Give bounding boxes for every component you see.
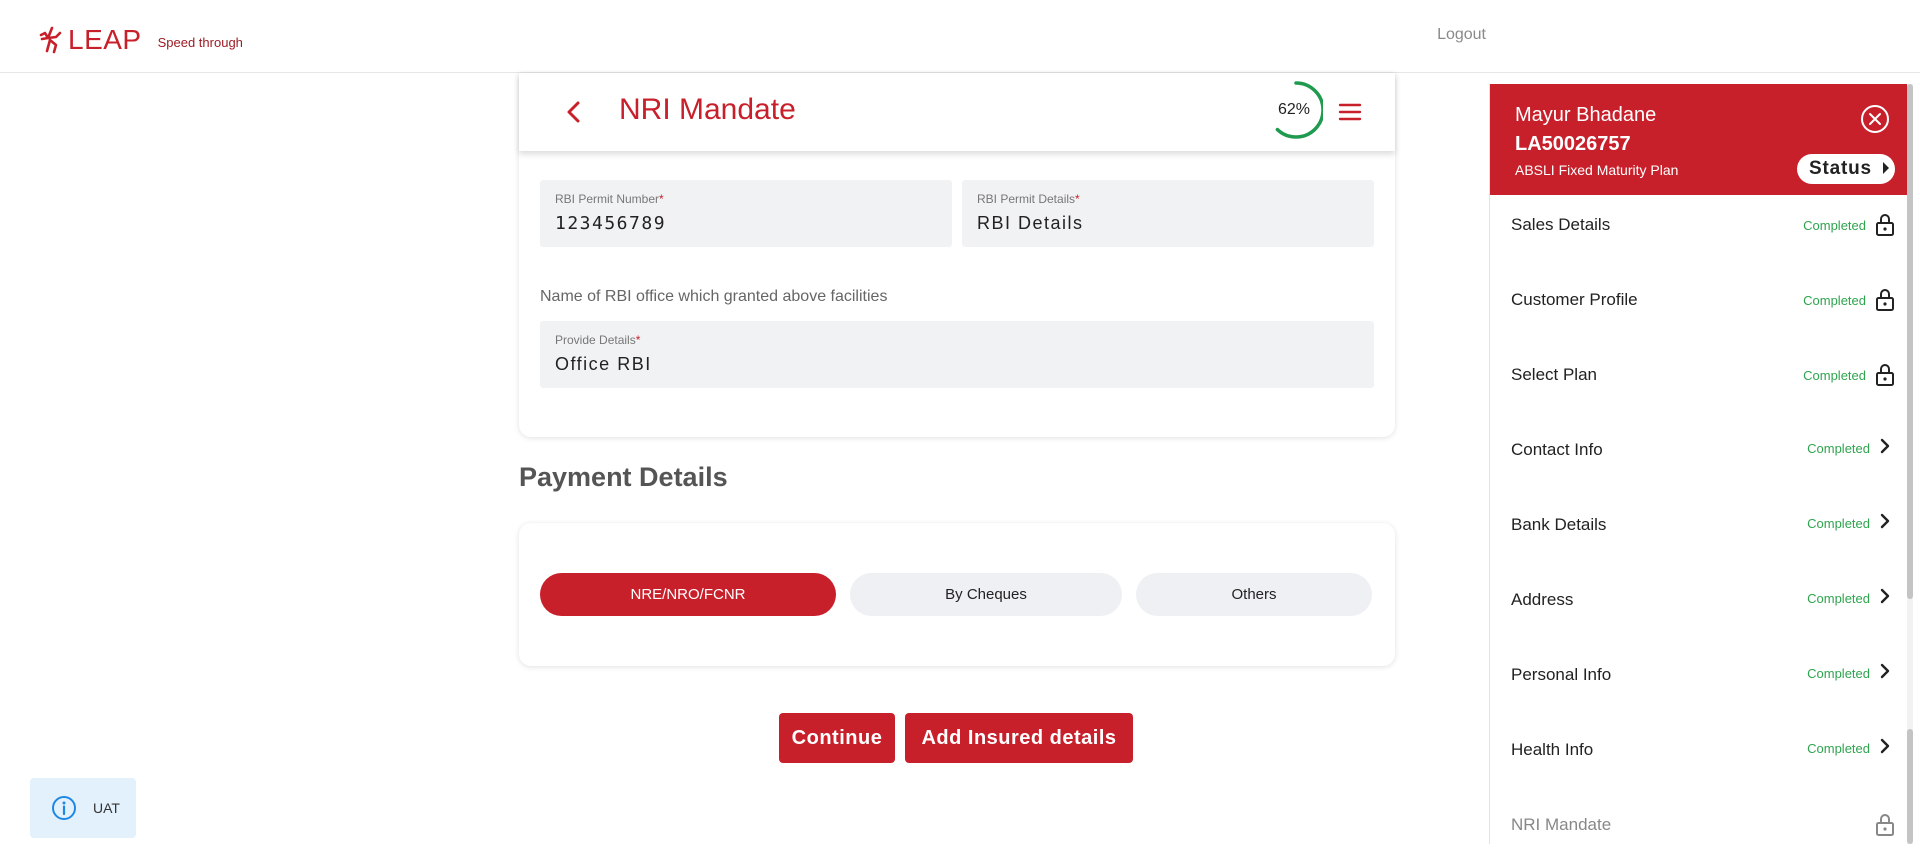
env-badge: UAT [30,778,136,838]
lock-icon [1876,364,1894,386]
form-header: NRI Mandate 62% [519,73,1395,151]
panel-item-label: Address [1511,590,1574,609]
lock-icon [1876,214,1894,236]
top-header: LEAP Speed through Logout [0,0,1920,73]
scrollbar-thumb-lower[interactable] [1907,729,1913,844]
plan-name: ABSLI Fixed Maturity Plan [1515,162,1679,178]
runner-logo-icon [39,26,62,54]
application-id: LA50026757 [1515,133,1631,155]
progress-ring: 62% [1265,79,1325,141]
panel-item-status: Completed [1807,516,1870,531]
rbi-permit-number-value[interactable]: 123456789 [555,213,666,234]
chevron-right-icon [1880,513,1890,529]
rbi-permit-number-label: RBI Permit Number* [555,192,664,206]
rbi-permit-details-label: RBI Permit Details* [977,192,1080,206]
payment-option-others[interactable]: Others [1136,573,1372,616]
panel-item-bank-details[interactable]: Bank Details Completed [1511,501,1896,551]
panel-item-customer-profile[interactable]: Customer Profile Completed [1511,276,1896,326]
caret-right-icon [1883,162,1889,174]
panel-item-status: Completed [1807,441,1870,456]
panel-scrollbar[interactable] [1907,84,1913,844]
payment-options-card: NRE/NRO/FCNR By Cheques Others [519,523,1395,666]
panel-item-label: Health Info [1511,740,1594,759]
panel-item-status: Completed [1803,368,1866,383]
panel-item-status: Completed [1803,293,1866,308]
panel-item-status: Completed [1807,741,1870,756]
chevron-right-icon [1880,663,1890,679]
env-badge-label: UAT [93,800,120,816]
panel-item-nri-mandate[interactable]: NRI Mandate [1511,801,1896,844]
panel-item-label: Bank Details [1511,515,1607,534]
back-arrow-icon[interactable] [559,97,589,127]
rbi-permit-number-field[interactable]: RBI Permit Number* 123456789 [540,180,952,247]
chevron-right-icon [1880,438,1890,454]
status-label: Status [1809,158,1872,179]
add-insured-details-button[interactable]: Add Insured details [905,713,1133,763]
continue-button[interactable]: Continue [779,713,895,763]
chevron-right-icon [1880,588,1890,604]
payment-details-heading: Payment Details [519,462,728,492]
leap-logo[interactable]: LEAP Speed through [38,24,243,56]
provide-details-value[interactable]: Office RBI [555,354,652,375]
payment-option-cheques[interactable]: By Cheques [850,573,1122,616]
rbi-permit-details-value[interactable]: RBI Details [977,213,1084,234]
provide-details-field[interactable]: Provide Details* Office RBI [540,321,1374,388]
hamburger-menu-icon[interactable] [1337,100,1363,124]
rbi-office-question: Name of RBI office which granted above f… [540,288,888,305]
panel-item-label: Customer Profile [1511,290,1638,309]
panel-item-label: Select Plan [1511,365,1597,384]
panel-item-address[interactable]: Address Completed [1511,576,1896,626]
logo-text: LEAP [68,24,142,55]
tagline: Speed through [157,34,243,50]
panel-header: Mayur Bhadane LA50026757 ABSLI Fixed Mat… [1490,84,1913,195]
customer-name: Mayur Bhadane [1515,104,1657,126]
scrollbar-thumb[interactable] [1907,84,1913,599]
panel-item-label: Sales Details [1511,215,1611,234]
panel-item-health-info[interactable]: Health Info Completed [1511,726,1896,776]
panel-item-label: Personal Info [1511,665,1612,684]
lock-icon [1876,289,1894,311]
panel-item-status: Completed [1803,218,1866,233]
page-title: NRI Mandate [619,93,796,126]
panel-item-select-plan[interactable]: Select Plan Completed [1511,351,1896,401]
chevron-right-icon [1880,738,1890,754]
panel-item-personal-info[interactable]: Personal Info Completed [1511,651,1896,701]
lock-icon [1876,814,1894,836]
progress-percent: 62% [1277,101,1311,118]
application-status-panel: Mayur Bhadane LA50026757 ABSLI Fixed Mat… [1489,84,1913,844]
payment-option-nre[interactable]: NRE/NRO/FCNR [540,573,836,616]
panel-item-status: Completed [1807,591,1870,606]
logout-link[interactable]: Logout [1437,26,1486,44]
provide-details-label: Provide Details* [555,333,641,347]
info-icon [52,796,76,820]
status-button[interactable]: Status [1797,154,1895,184]
panel-item-sales-details[interactable]: Sales Details Completed [1511,201,1896,251]
panel-item-label: Contact Info [1511,440,1603,459]
panel-item-status: Completed [1807,666,1870,681]
panel-item-contact-info[interactable]: Contact Info Completed [1511,426,1896,476]
close-icon[interactable] [1860,104,1890,134]
rbi-permit-details-field[interactable]: RBI Permit Details* RBI Details [962,180,1374,247]
panel-item-label: NRI Mandate [1511,815,1612,834]
